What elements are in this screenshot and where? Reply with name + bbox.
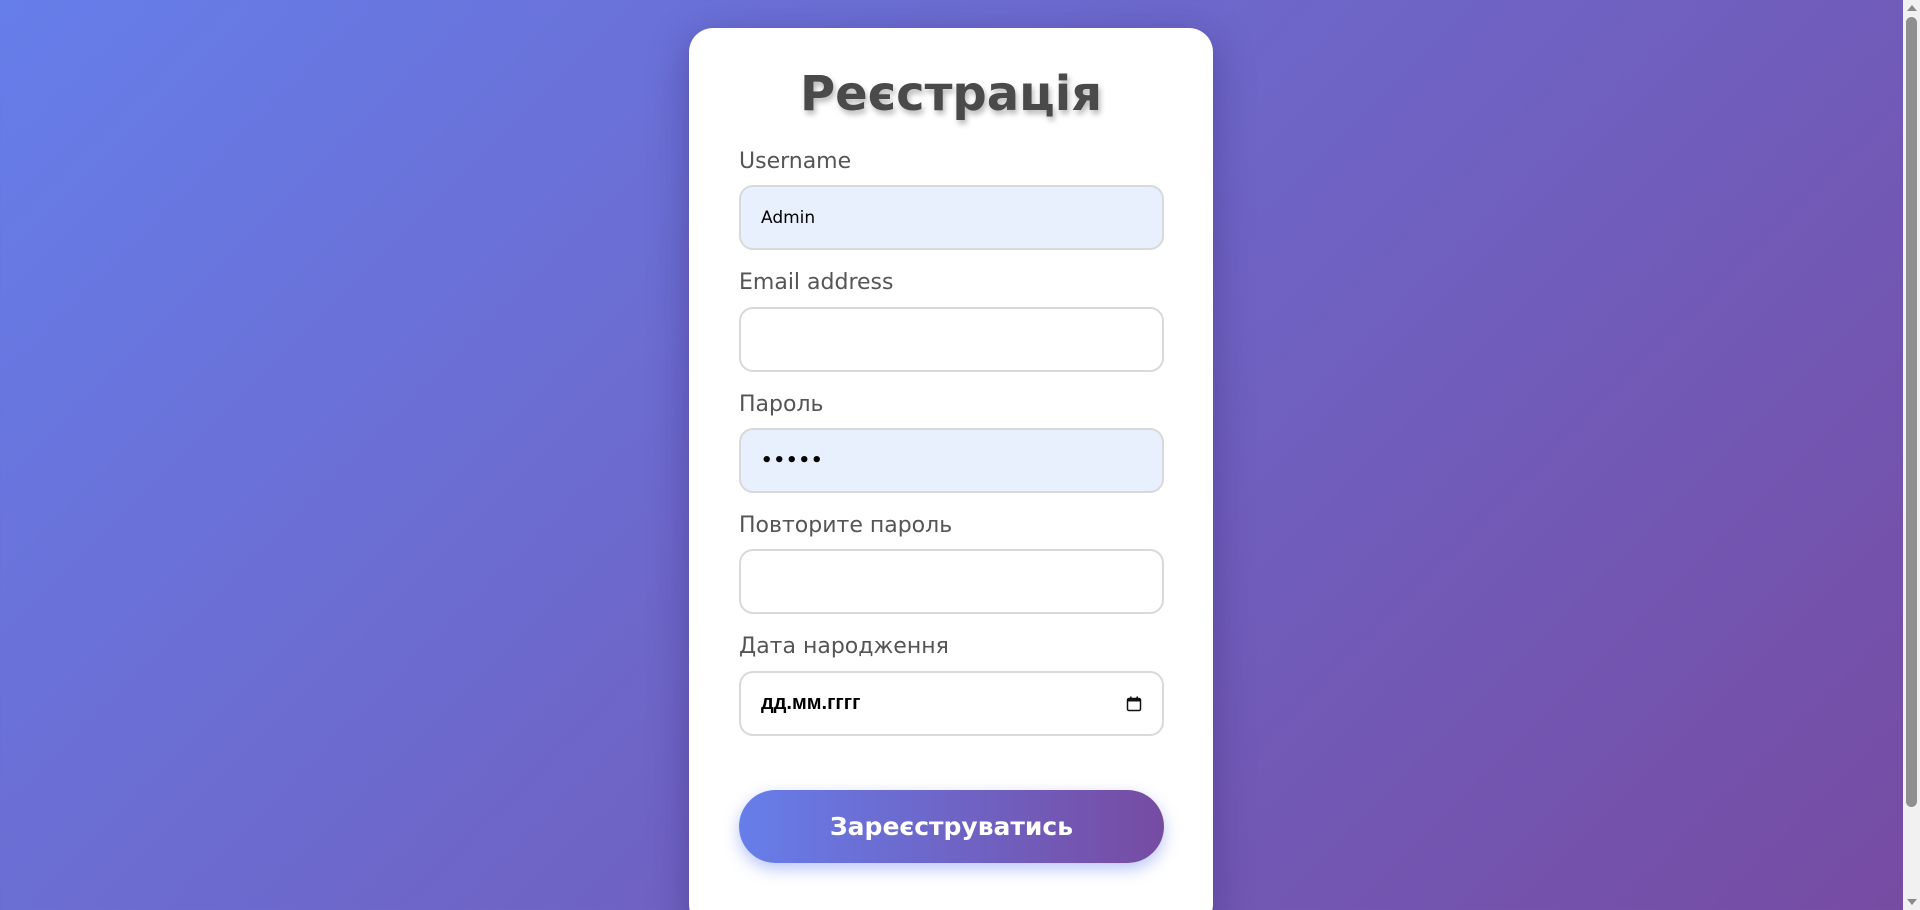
- username-label: Username: [739, 148, 852, 174]
- password-label: Пароль: [739, 391, 824, 417]
- register-button[interactable]: Зареєструватись: [739, 789, 1164, 863]
- email-label: Email address: [739, 270, 894, 296]
- email-field-group: Email address: [739, 270, 1164, 372]
- scroll-down-arrow-icon[interactable]: [1907, 899, 1917, 905]
- confirm-password-field-group: Повторите пароль: [739, 512, 1164, 615]
- password-value: •••••: [761, 449, 824, 471]
- scroll-up-arrow-icon[interactable]: [1907, 5, 1917, 11]
- page-title: Реєстрація: [799, 66, 1103, 122]
- password-input[interactable]: •••••: [739, 427, 1164, 493]
- calendar-icon[interactable]: [1126, 695, 1142, 712]
- password-field-group: Пароль •••••: [739, 391, 1164, 493]
- username-input[interactable]: Admin: [739, 185, 1164, 251]
- birth-date-label: Дата народження: [739, 634, 949, 660]
- registration-card: Реєстрація Username Admin Email address …: [689, 28, 1213, 910]
- scroll-thumb[interactable]: [1906, 17, 1917, 807]
- username-field-group: Username Admin: [739, 148, 1164, 251]
- confirm-password-input[interactable]: [739, 549, 1164, 615]
- username-value: Admin: [761, 207, 816, 228]
- birth-date-field-group: Дата народження дд.мм.гггг: [739, 634, 1164, 736]
- email-input[interactable]: [739, 306, 1164, 372]
- birth-date-placeholder: дд.мм.гггг: [761, 691, 861, 714]
- birth-date-input[interactable]: дд.мм.гггг: [739, 670, 1164, 736]
- page-scrollbar[interactable]: [1903, 0, 1920, 910]
- confirm-password-label: Повторите пароль: [739, 512, 953, 538]
